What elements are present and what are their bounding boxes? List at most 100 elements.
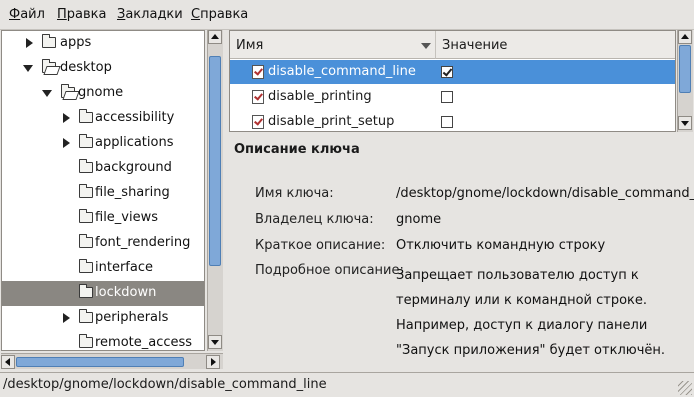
sort-arrow-icon <box>421 43 431 49</box>
arrow-right-icon <box>211 358 216 366</box>
tree-item-label: accessibility <box>95 110 175 125</box>
menu-file-label: айл <box>20 7 45 22</box>
arrow-left-icon <box>5 358 10 366</box>
tree-item-label: file_views <box>95 210 159 225</box>
long-description-value: Запрещает пользователю доступ к терминал… <box>396 268 666 358</box>
key-list-vertical-scrollbar[interactable] <box>677 30 693 132</box>
arrow-down-icon <box>211 340 219 345</box>
column-header-label: Значение <box>442 38 508 53</box>
scroll-right-button[interactable] <box>206 355 220 369</box>
menubar: Файл Правка Закладки Справка <box>0 0 694 30</box>
tree-item-label: applications <box>95 135 174 150</box>
resize-grip-icon[interactable] <box>678 381 692 395</box>
key-name: disable_print_setup <box>268 114 395 129</box>
scroll-left-button[interactable] <box>1 355 15 369</box>
tree-item-file-sharing[interactable]: file_sharing <box>2 181 204 206</box>
tree-item-gnome[interactable]: gnome <box>2 81 204 106</box>
key-row-disable-printing[interactable]: disable_printing <box>230 85 675 109</box>
tree-item-label: desktop <box>60 60 112 75</box>
tree-item-peripherals[interactable]: peripherals <box>2 306 204 331</box>
expander-open-icon[interactable] <box>42 90 52 97</box>
short-description-value: Отключить командную строку <box>396 238 606 253</box>
folder-icon <box>79 309 93 323</box>
tree-item-apps[interactable]: apps <box>2 31 204 56</box>
short-description-label: Краткое описание: <box>255 238 386 253</box>
tree-item-remote-access[interactable]: remote_access <box>2 331 204 350</box>
tree-item-label: apps <box>60 35 92 50</box>
value-checkbox[interactable] <box>441 66 453 78</box>
expander-closed-icon[interactable] <box>63 138 70 148</box>
status-bar: /desktop/gnome/lockdown/disable_command_… <box>0 372 694 397</box>
scroll-up-button[interactable] <box>678 30 692 44</box>
tree-item-file-views[interactable]: file_views <box>2 206 204 231</box>
menu-file-mnemonic: Ф <box>9 7 21 22</box>
menu-bookmarks[interactable]: Закладки <box>117 7 183 22</box>
tree-item-label: background <box>95 160 172 175</box>
column-header-value[interactable]: Значение <box>436 31 675 59</box>
key-name: disable_printing <box>268 89 372 104</box>
key-name: disable_command_line <box>268 64 416 79</box>
tree-item-lockdown[interactable]: lockdown <box>2 281 204 306</box>
key-row-disable-print-setup[interactable]: disable_print_setup <box>230 110 675 131</box>
folder-icon <box>79 334 93 348</box>
folder-icon <box>79 234 93 248</box>
arrow-down-icon <box>681 121 689 126</box>
tree-item-desktop[interactable]: desktop <box>2 56 204 81</box>
tree-horizontal-scrollbar[interactable] <box>1 353 223 369</box>
scroll-down-button[interactable] <box>678 116 692 130</box>
tree-item-interface[interactable]: interface <box>2 256 204 281</box>
value-checkbox[interactable] <box>441 116 453 128</box>
menu-edit-mnemonic: П <box>57 7 67 22</box>
menu-help[interactable]: Справка <box>191 7 248 22</box>
expander-closed-icon[interactable] <box>63 313 70 323</box>
tree-item-label: gnome <box>78 85 124 100</box>
expander-closed-icon[interactable] <box>63 113 70 123</box>
scroll-down-button[interactable] <box>208 335 222 349</box>
menu-edit-label: равка <box>66 7 107 22</box>
tree-item-label: font_rendering <box>95 235 191 250</box>
long-description-label: Подробное описание: <box>255 263 404 278</box>
tree-item-background[interactable]: background <box>2 156 204 181</box>
tree-item-label: peripherals <box>95 310 169 325</box>
expander-closed-icon[interactable] <box>26 38 33 48</box>
scroll-thumb[interactable] <box>16 357 184 367</box>
folder-icon <box>79 259 93 273</box>
value-checkbox[interactable] <box>441 91 453 103</box>
folder-icon <box>79 284 93 298</box>
arrow-up-icon <box>681 34 689 39</box>
menu-edit[interactable]: Правка <box>57 7 106 22</box>
folder-icon <box>79 159 93 173</box>
key-name-value: /desktop/gnome/lockdown/disable_command_… <box>396 186 694 201</box>
tree-vertical-scrollbar[interactable] <box>207 30 223 351</box>
folder-open-icon <box>42 59 56 73</box>
key-list[interactable]: Имя Значение disable_command_line disabl… <box>229 30 676 132</box>
column-header-name[interactable]: Имя <box>230 31 436 59</box>
tree-item-applications[interactable]: applications <box>2 131 204 156</box>
folder-icon <box>79 184 93 198</box>
key-row-disable-command-line[interactable]: disable_command_line <box>230 60 675 84</box>
tree-item-accessibility[interactable]: accessibility <box>2 106 204 131</box>
folder-icon <box>79 209 93 223</box>
status-path: /desktop/gnome/lockdown/disable_command_… <box>3 377 327 392</box>
key-name-label: Имя ключа: <box>255 186 334 201</box>
menu-file[interactable]: Файл <box>9 7 45 22</box>
menu-help-label: правка <box>200 7 249 22</box>
menu-bookmarks-label: акладки <box>125 7 183 22</box>
folder-open-icon <box>61 84 75 98</box>
tree-item-label: interface <box>95 260 153 275</box>
owner-value: gnome <box>396 212 442 227</box>
scroll-thumb[interactable] <box>209 56 221 266</box>
arrow-up-icon <box>211 34 219 39</box>
key-document-icon <box>252 65 264 79</box>
tree-item-font-rendering[interactable]: font_rendering <box>2 231 204 256</box>
scroll-up-button[interactable] <box>208 30 222 44</box>
scroll-thumb[interactable] <box>679 45 691 93</box>
folder-icon <box>42 34 56 48</box>
description-title: Описание ключа <box>234 142 360 157</box>
expander-open-icon[interactable] <box>23 65 33 72</box>
key-document-icon <box>252 115 264 129</box>
folder-icon <box>79 134 93 148</box>
tree-item-label: remote_access <box>95 335 193 350</box>
tree-item-label: lockdown <box>95 285 157 300</box>
tree-panel[interactable]: apps desktop gnome accessibility applica… <box>1 30 205 351</box>
